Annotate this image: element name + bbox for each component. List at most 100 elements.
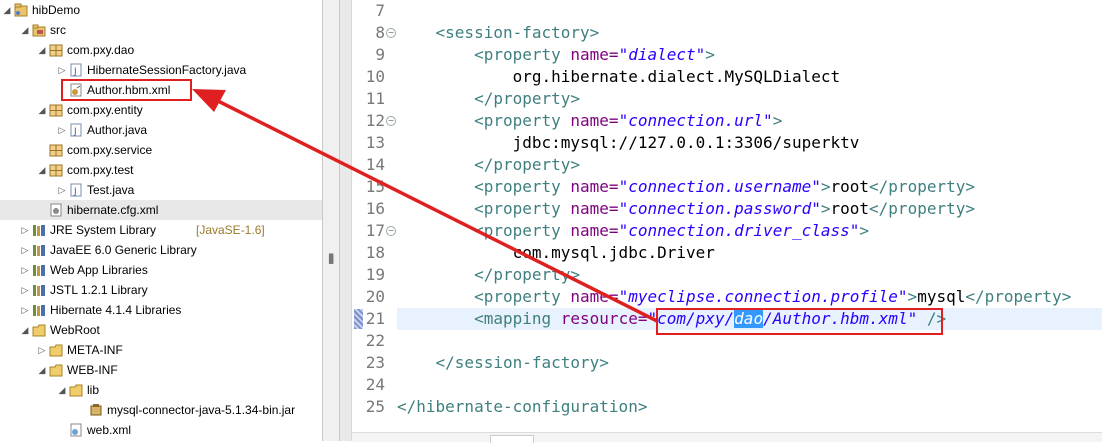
code-token: name= xyxy=(570,177,619,196)
tree-item[interactable]: com.pxy.service xyxy=(0,140,322,160)
tree-item[interactable]: ▷ J HibernateSessionFactory.java xyxy=(0,60,322,80)
tree-item[interactable]: ▷ J Test.java xyxy=(0,180,322,200)
code-token: "connection.password" xyxy=(618,199,821,218)
code-token: > xyxy=(820,199,831,218)
code-line[interactable]: 18 com.mysql.jdbc.Driver xyxy=(352,242,1102,264)
code-token: </property> xyxy=(869,177,975,196)
tree-item[interactable]: ▷ JavaEE 6.0 Generic Library xyxy=(0,240,322,260)
expand-arrow-icon[interactable]: ▷ xyxy=(20,260,30,280)
tree-item[interactable]: mysql-connector-java-5.1.34-bin.jar xyxy=(0,400,322,420)
expand-arrow-icon[interactable]: ▷ xyxy=(20,280,30,300)
code-token: > xyxy=(772,111,783,130)
collapse-arrow-icon[interactable]: ◢ xyxy=(37,360,47,380)
code-token: > xyxy=(820,177,831,196)
line-number: 24 xyxy=(365,375,385,394)
tree-item-label: mysql-connector-java-5.1.34-bin.jar xyxy=(107,403,296,417)
code-line[interactable]: 16 <property name="connection.password">… xyxy=(352,198,1102,220)
package-icon xyxy=(49,43,63,57)
line-number: 16 xyxy=(365,199,385,218)
tree-item[interactable]: ◢ com.pxy.entity xyxy=(0,100,322,120)
tree-item[interactable]: ▷ JRE System Library [JavaSE-1.6] xyxy=(0,220,322,240)
code-token: </session-factory> xyxy=(397,353,609,372)
tree-item[interactable]: ◢ com.pxy.dao xyxy=(0,40,322,60)
tree-item[interactable]: ◢ hibDemo xyxy=(0,0,322,20)
tree-item[interactable]: ◢ com.pxy.test xyxy=(0,160,322,180)
code-line[interactable]: 25 </hibernate-configuration> xyxy=(352,396,1102,418)
tree-item[interactable]: ◢ lib xyxy=(0,380,322,400)
expand-arrow-icon[interactable]: ▷ xyxy=(57,60,67,80)
code-line[interactable]: 8− <session-factory> xyxy=(352,22,1102,44)
tree-item[interactable]: web.xml xyxy=(0,420,322,440)
folder-icon xyxy=(69,383,83,397)
tree-item[interactable]: ▷ META-INF xyxy=(0,340,322,360)
code-line[interactable]: 20 <property name="myeclipse.connection.… xyxy=(352,286,1102,308)
tree-item[interactable]: ▷ JSTL 1.2.1 Library xyxy=(0,280,322,300)
tree-item[interactable]: hibernate.cfg.xml xyxy=(0,200,322,220)
tree-item-label: web.xml xyxy=(87,423,132,437)
collapse-arrow-icon[interactable]: ◢ xyxy=(37,40,47,60)
code-line[interactable]: 13 jdbc:mysql://127.0.0.1:3306/superktv xyxy=(352,132,1102,154)
collapse-arrow-icon[interactable]: ◢ xyxy=(37,100,47,120)
tree-item[interactable]: ▷ J Author.java xyxy=(0,120,322,140)
code-line[interactable]: 15 <property name="connection.username">… xyxy=(352,176,1102,198)
fold-toggle-icon[interactable]: − xyxy=(386,28,396,38)
code-token: <property xyxy=(397,287,571,306)
code-token: > xyxy=(705,45,715,64)
expand-arrow-icon[interactable]: ▷ xyxy=(37,340,47,360)
code-line[interactable]: 17− <property name="connection.driver_cl… xyxy=(352,220,1102,242)
collapse-arrow-icon[interactable]: ◢ xyxy=(2,0,12,20)
tree-item-label: Hibernate 4.1.4 Libraries xyxy=(50,303,182,317)
code-token: mysql xyxy=(917,287,966,306)
tree-item-label: JRE System Library xyxy=(50,223,157,237)
library-icon xyxy=(32,303,46,317)
tree-item-label: com.pxy.entity xyxy=(67,103,143,117)
package-explorer: ◢ hibDemo ◢ src ◢ com.pxy.dao ▷ J HibernateSessi… xyxy=(0,0,322,441)
code-token: "connection.driver_class" xyxy=(618,221,860,240)
expand-arrow-icon[interactable]: ▷ xyxy=(57,120,67,140)
line-number: 25 xyxy=(365,397,385,416)
tree-item[interactable]: ◢ WebRoot xyxy=(0,320,322,340)
code-token: "connection.url" xyxy=(618,111,773,130)
expand-arrow-icon[interactable]: ▷ xyxy=(57,180,67,200)
tree-item[interactable]: ◢ WEB-INF xyxy=(0,360,322,380)
tree-item-label: lib xyxy=(87,383,100,397)
source-folder-icon xyxy=(32,23,46,37)
code-text: jdbc:mysql://127.0.0.1:3306/superktv xyxy=(397,132,860,154)
tree-item[interactable]: ◢ src xyxy=(0,20,322,40)
code-line[interactable]: 11 </property> xyxy=(352,88,1102,110)
code-token: org.hibernate.dialect.MySQLDialect xyxy=(397,67,841,86)
expand-arrow-icon[interactable]: ▷ xyxy=(20,300,30,320)
code-token: jdbc:mysql://127.0.0.1:3306/superktv xyxy=(397,133,860,152)
code-token: "dialect" xyxy=(618,45,706,64)
fold-toggle-icon[interactable]: − xyxy=(386,226,396,236)
collapse-arrow-icon[interactable]: ◢ xyxy=(57,380,67,400)
code-token: root xyxy=(830,199,870,218)
code-line[interactable]: 10 org.hibernate.dialect.MySQLDialect xyxy=(352,66,1102,88)
tree-item[interactable]: ▷ Hibernate 4.1.4 Libraries xyxy=(0,300,322,320)
tree-item[interactable]: ▷ Web App Libraries xyxy=(0,260,322,280)
code-text: </property> xyxy=(397,154,580,176)
project-icon xyxy=(14,3,28,17)
collapse-arrow-icon[interactable]: ◢ xyxy=(20,20,30,40)
code-line[interactable]: 14 </property> xyxy=(352,154,1102,176)
editor-tab[interactable] xyxy=(490,435,534,443)
code-line[interactable]: 9 <property name="dialect"> xyxy=(352,44,1102,66)
panel-splitter[interactable]: ▪ ▪ ▪ xyxy=(322,0,340,441)
expand-arrow-icon[interactable]: ▷ xyxy=(20,220,30,240)
fold-toggle-icon[interactable]: − xyxy=(386,116,396,126)
code-text: org.hibernate.dialect.MySQLDialect xyxy=(397,66,841,88)
collapse-arrow-icon[interactable]: ◢ xyxy=(37,160,47,180)
code-line[interactable]: 23 </session-factory> xyxy=(352,352,1102,374)
code-line[interactable]: 12− <property name="connection.url"> xyxy=(352,110,1102,132)
collapse-arrow-icon[interactable]: ◢ xyxy=(20,320,30,340)
xml-editor[interactable]: 7 8− <session-factory> 9 <property name="d… xyxy=(352,0,1102,441)
code-token: com.mysql.jdbc.Driver xyxy=(397,243,715,262)
tree-item-label: com.pxy.dao xyxy=(67,43,135,57)
annotation-box-code xyxy=(656,308,943,335)
tree-item-label: com.pxy.test xyxy=(67,163,134,177)
code-line[interactable]: 7 xyxy=(352,0,1102,22)
expand-arrow-icon[interactable]: ▷ xyxy=(20,240,30,260)
tree-item-label: Test.java xyxy=(87,183,135,197)
code-line[interactable]: 19 </property> xyxy=(352,264,1102,286)
code-line[interactable]: 24 xyxy=(352,374,1102,396)
